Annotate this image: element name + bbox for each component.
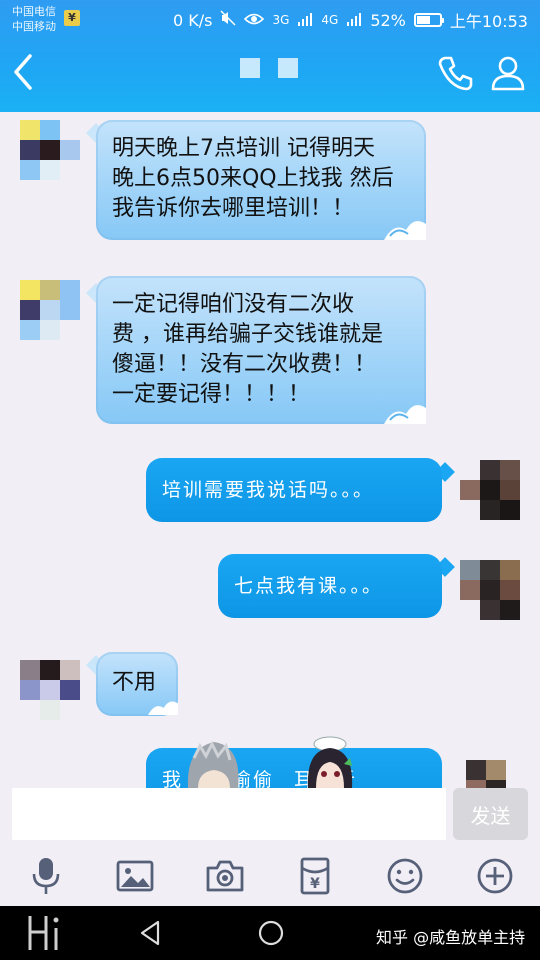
- sticker-grey-hair-character-icon: [187, 740, 239, 788]
- battery-percent: 52%: [370, 10, 406, 30]
- back-icon[interactable]: [6, 52, 40, 92]
- top-bar: 中国电信 中国移动 ¥ 0 K/s 3G 4G 52% 上午10:53: [0, 0, 540, 112]
- system-nav-bar: 知乎 @咸鱼放单主持: [0, 906, 540, 960]
- carrier-1: 中国电信: [12, 5, 56, 18]
- red-packet-icon[interactable]: ¥: [295, 856, 335, 896]
- contact-name-redacted: [240, 58, 298, 78]
- avatar[interactable]: [460, 460, 520, 520]
- message-line: 晚上6点50来QQ上找我 然后: [112, 166, 394, 191]
- net-speed: 0 K/s: [172, 10, 213, 30]
- message-bubble-4[interactable]: 七点我有课。。。: [218, 554, 442, 618]
- message-input[interactable]: [12, 788, 446, 840]
- battery-icon: [413, 13, 444, 27]
- wave-decoration-icon: [148, 701, 178, 715]
- wave-decoration-icon: [384, 405, 426, 424]
- message-bubble-3[interactable]: 培训需要我说话吗。。。: [146, 458, 442, 522]
- message-text: 七点我有课。。。: [234, 575, 384, 597]
- carrier-info: 中国电信 中国移动: [12, 4, 56, 34]
- avatar[interactable]: [460, 560, 520, 620]
- redacted-block: [278, 58, 298, 78]
- signal-3g-label: 3G: [272, 13, 290, 27]
- clock: 上午10:53: [449, 12, 528, 31]
- carrier-2: 中国移动: [12, 20, 56, 33]
- message-bubble-2[interactable]: 一定记得咱们没有二次收 费 ，谁再给骗子交钱谁就是 傻逼！！没有二次收费！！ 一…: [96, 276, 426, 424]
- send-button[interactable]: 发送: [453, 788, 528, 840]
- status-bar: 中国电信 中国移动 ¥ 0 K/s 3G 4G 52% 上午10:53: [0, 0, 540, 36]
- signal-1-icon: [297, 11, 313, 30]
- avatar[interactable]: [20, 280, 80, 340]
- plus-icon[interactable]: [475, 856, 515, 896]
- avatar[interactable]: [20, 660, 80, 720]
- chat-area[interactable]: 明天晚上7点培训 记得明天 晚上6点50来QQ上找我 然后 我告诉你去哪里培训！…: [0, 112, 540, 788]
- microphone-icon[interactable]: [26, 856, 66, 896]
- message-line: 一定要记得！！！！: [112, 382, 311, 407]
- signal-4g-label: 4G: [321, 13, 339, 27]
- hi-logo-icon: [28, 916, 59, 950]
- message-bubble-1[interactable]: 明天晚上7点培训 记得明天 晚上6点50来QQ上找我 然后 我告诉你去哪里培训！…: [96, 120, 426, 240]
- message-line: 傻逼！！没有二次收费！！: [112, 352, 377, 377]
- message-line: 费 ，谁再给骗子交钱谁就是: [112, 322, 383, 347]
- mute-icon: [220, 10, 236, 30]
- message-composer: 发送: [0, 788, 540, 848]
- sticker-sailor-girl-icon: [307, 736, 353, 788]
- zhihu-watermark: 知乎 @咸鱼放单主持: [376, 928, 526, 947]
- avatar[interactable]: [20, 120, 80, 180]
- eye-icon: [244, 11, 265, 30]
- input-toolbar: ¥: [0, 848, 540, 906]
- nav-back-icon[interactable]: [136, 918, 166, 948]
- message-text-part: 我: [162, 769, 184, 788]
- message-bubble-5[interactable]: 不用: [96, 652, 178, 716]
- phone-icon[interactable]: [436, 54, 474, 92]
- status-indicators: 0 K/s 3G 4G 52% 上午10:53: [173, 8, 528, 32]
- nav-home-icon[interactable]: [256, 918, 286, 948]
- avatar[interactable]: [466, 760, 520, 788]
- title-bar: [0, 36, 540, 112]
- payment-badge-icon: ¥: [64, 10, 80, 26]
- emoji-icon[interactable]: [385, 856, 425, 896]
- svg-text:¥: ¥: [310, 876, 320, 892]
- wave-decoration-icon: [384, 221, 426, 240]
- signal-2-icon: [346, 11, 362, 30]
- message-line: 我告诉你去哪里培训！！: [112, 196, 355, 221]
- person-icon[interactable]: [490, 54, 526, 92]
- message-line: 明天晚上7点培训 记得明天: [112, 136, 375, 161]
- image-icon[interactable]: [115, 856, 155, 896]
- camera-icon[interactable]: [205, 856, 245, 896]
- message-text: 培训需要我说话吗。。。: [162, 479, 375, 501]
- redacted-block: [240, 58, 260, 78]
- message-line: 一定记得咱们没有二次收: [112, 292, 355, 317]
